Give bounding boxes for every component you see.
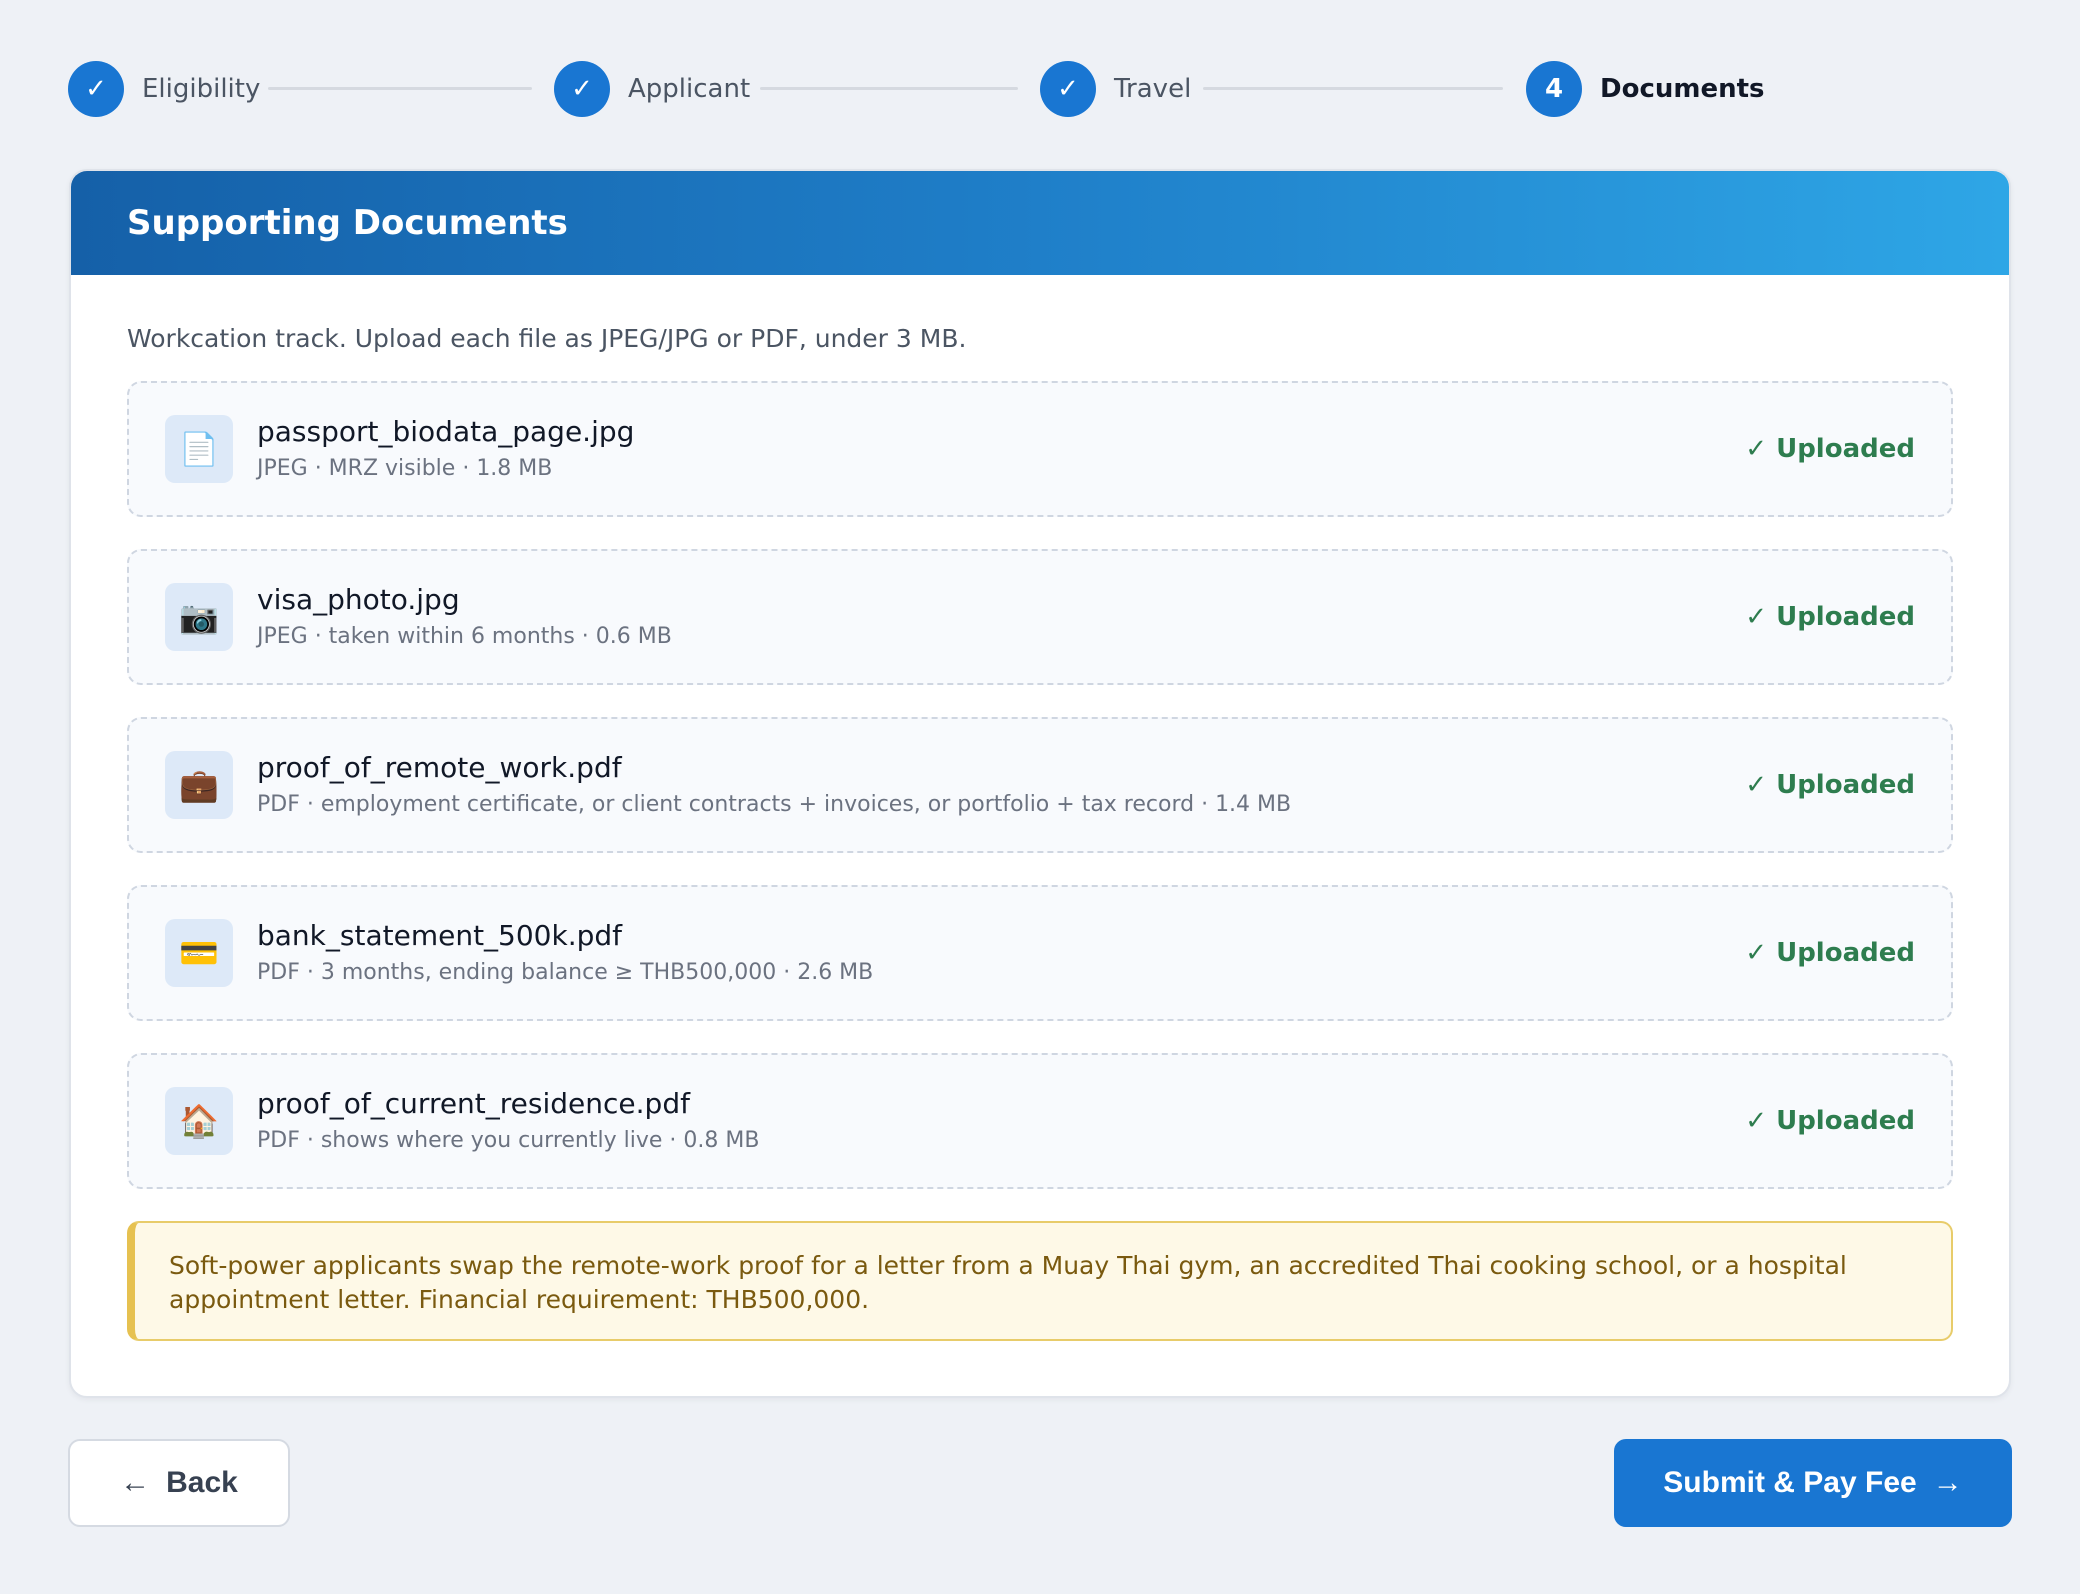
- upload-status: ✓ Uploaded: [1745, 434, 1915, 464]
- step-label: Eligibility: [142, 74, 261, 104]
- document-icon: 📄: [165, 415, 233, 483]
- step-number: 4: [1526, 61, 1582, 117]
- step-applicant[interactable]: ✓ Applicant: [554, 60, 750, 118]
- document-details: bank_statement_500k.pdf PDF · 3 months, …: [257, 917, 1745, 989]
- step-connector: [268, 87, 532, 90]
- check-icon: ✓: [1040, 61, 1096, 117]
- upload-instructions: Workcation track. Upload each file as JP…: [127, 324, 967, 353]
- upload-status: ✓ Uploaded: [1745, 770, 1915, 800]
- document-item-residence[interactable]: 🏠 proof_of_current_residence.pdf PDF · s…: [127, 1053, 1953, 1189]
- upload-status: ✓ Uploaded: [1745, 938, 1915, 968]
- credit-card-icon: 💳: [165, 919, 233, 987]
- soft-power-notice: Soft-power applicants swap the remote-wo…: [127, 1221, 1953, 1341]
- back-button-label: Back: [166, 1466, 238, 1499]
- step-label: Documents: [1600, 74, 1765, 104]
- step-label: Applicant: [628, 74, 751, 104]
- document-item-photo[interactable]: 📷 visa_photo.jpg JPEG · taken within 6 m…: [127, 549, 1953, 685]
- document-meta: PDF · shows where you currently live · 0…: [257, 1128, 760, 1153]
- document-filename: proof_of_remote_work.pdf: [257, 751, 622, 784]
- document-meta: JPEG · taken within 6 months · 0.6 MB: [257, 624, 672, 649]
- document-filename: bank_statement_500k.pdf: [257, 919, 623, 952]
- document-item-remote-work[interactable]: 💼 proof_of_remote_work.pdf PDF · employm…: [127, 717, 1953, 853]
- step-documents[interactable]: 4 Documents: [1526, 60, 1765, 118]
- document-details: proof_of_remote_work.pdf PDF · employmen…: [257, 749, 1745, 821]
- briefcase-icon: 💼: [165, 751, 233, 819]
- document-item-bank-statement[interactable]: 💳 bank_statement_500k.pdf PDF · 3 months…: [127, 885, 1953, 1021]
- document-details: passport_biodata_page.jpg JPEG · MRZ vis…: [257, 413, 1745, 485]
- documents-card: Supporting Documents Workcation track. U…: [69, 169, 2011, 1398]
- arrow-right-icon: →: [1932, 1466, 1963, 1499]
- card-body: Workcation track. Upload each file as JP…: [71, 275, 2009, 1341]
- document-list: 📄 passport_biodata_page.jpg JPEG · MRZ v…: [127, 381, 1953, 1189]
- document-filename: visa_photo.jpg: [257, 583, 460, 616]
- camera-icon: 📷: [165, 583, 233, 651]
- upload-status: ✓ Uploaded: [1745, 602, 1915, 632]
- document-meta: PDF · employment certificate, or client …: [257, 792, 1292, 817]
- step-travel[interactable]: ✓ Travel: [1040, 60, 1191, 118]
- step-label: Travel: [1114, 74, 1192, 104]
- document-filename: passport_biodata_page.jpg: [257, 415, 635, 448]
- check-icon: ✓: [554, 61, 610, 117]
- house-icon: 🏠: [165, 1087, 233, 1155]
- step-eligibility[interactable]: ✓ Eligibility: [68, 60, 260, 118]
- document-meta: JPEG · MRZ visible · 1.8 MB: [257, 456, 553, 481]
- document-filename: proof_of_current_residence.pdf: [257, 1087, 690, 1120]
- upload-status: ✓ Uploaded: [1745, 1106, 1915, 1136]
- document-meta: PDF · 3 months, ending balance ≥ THB500,…: [257, 960, 874, 985]
- card-header: Supporting Documents: [71, 171, 2009, 275]
- document-item-passport[interactable]: 📄 passport_biodata_page.jpg JPEG · MRZ v…: [127, 381, 1953, 517]
- document-details: proof_of_current_residence.pdf PDF · sho…: [257, 1085, 1745, 1157]
- step-connector: [760, 87, 1018, 90]
- submit-pay-button[interactable]: Submit & Pay Fee →: [1614, 1439, 2012, 1527]
- submit-button-label: Submit & Pay Fee: [1663, 1466, 1917, 1499]
- progress-stepper: ✓ Eligibility ✓ Applicant ✓ Travel 4 Doc…: [68, 60, 1768, 118]
- document-details: visa_photo.jpg JPEG · taken within 6 mon…: [257, 581, 1745, 653]
- arrow-left-icon: ←: [120, 1466, 151, 1499]
- back-button[interactable]: ← Back: [68, 1439, 290, 1527]
- step-connector: [1203, 87, 1503, 90]
- card-title: Supporting Documents: [127, 203, 568, 243]
- check-icon: ✓: [68, 61, 124, 117]
